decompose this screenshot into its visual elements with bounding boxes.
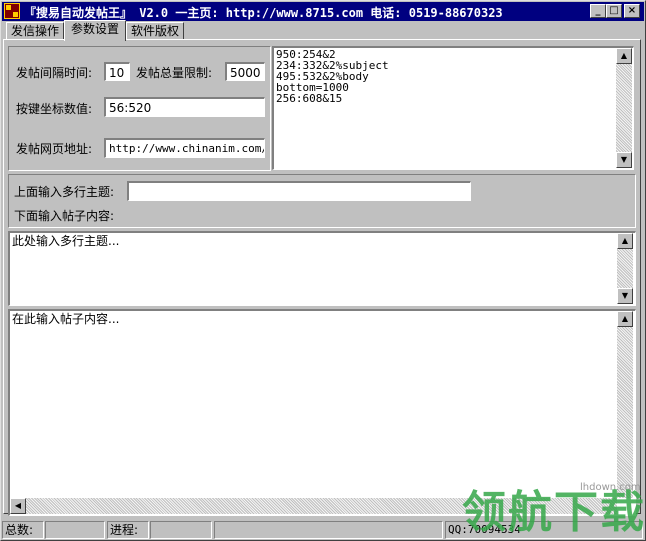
status-progress-label: 进程:: [107, 521, 149, 539]
tab-software-copyright[interactable]: 软件版权: [126, 22, 184, 40]
topics-scroll-down-icon[interactable]: ▼: [617, 288, 633, 304]
content-scroll-up-icon[interactable]: ▲: [617, 311, 633, 327]
coords-list-scroll-up-icon[interactable]: ▲: [616, 48, 632, 64]
status-spacer: [214, 521, 443, 539]
minimize-button[interactable]: _: [590, 4, 606, 18]
interval-label: 发帖间隔时间:: [16, 66, 93, 80]
url-input[interactable]: http://www.chinanim.com/b: [104, 138, 265, 158]
coords-list-scroll-down-icon[interactable]: ▼: [616, 152, 632, 168]
total-limit-label: 发帖总量限制:: [136, 66, 213, 80]
topics-textarea[interactable]: 此处输入多行主题...: [8, 231, 636, 306]
title-bar[interactable]: 『搜易自动发帖王』 V2.0 一主页: http://www.8715.com …: [2, 2, 644, 21]
watermark-logo: 领航下载: [462, 487, 646, 538]
close-button[interactable]: ×: [624, 4, 640, 18]
coords-label: 按键坐标数值:: [16, 102, 93, 116]
content-vscrollbar[interactable]: [617, 311, 633, 498]
content-label: 下面输入帖子内容:: [14, 209, 115, 223]
topic-input[interactable]: [127, 181, 471, 201]
status-total-label: 总数:: [2, 521, 44, 539]
window-title: 『搜易自动发帖王』 V2.0 一主页: http://www.8715.com …: [24, 6, 503, 20]
tab-parameter-settings[interactable]: 参数设置: [64, 20, 126, 41]
maximize-button[interactable]: □: [606, 4, 622, 18]
coords-list-scrollbar[interactable]: [616, 48, 632, 168]
coords-input[interactable]: 56:520: [104, 97, 265, 117]
app-icon[interactable]: [4, 3, 20, 19]
total-limit-input[interactable]: 5000: [225, 62, 265, 81]
status-total-value: [45, 521, 105, 539]
watermark: lhdown.com 领航下载: [462, 482, 644, 538]
tab-send-operation[interactable]: 发信操作: [6, 22, 64, 40]
content-scroll-left-icon[interactable]: ◀: [10, 498, 26, 514]
topic-label: 上面输入多行主题:: [14, 185, 115, 199]
status-progress-value: [150, 521, 212, 539]
interval-input[interactable]: 10: [104, 62, 130, 81]
url-label: 发帖网页地址:: [16, 142, 93, 156]
topics-scroll-up-icon[interactable]: ▲: [617, 233, 633, 249]
coords-list-textarea[interactable]: 950:254&2 234:332&2%subject 495:532&2%bo…: [272, 46, 634, 170]
